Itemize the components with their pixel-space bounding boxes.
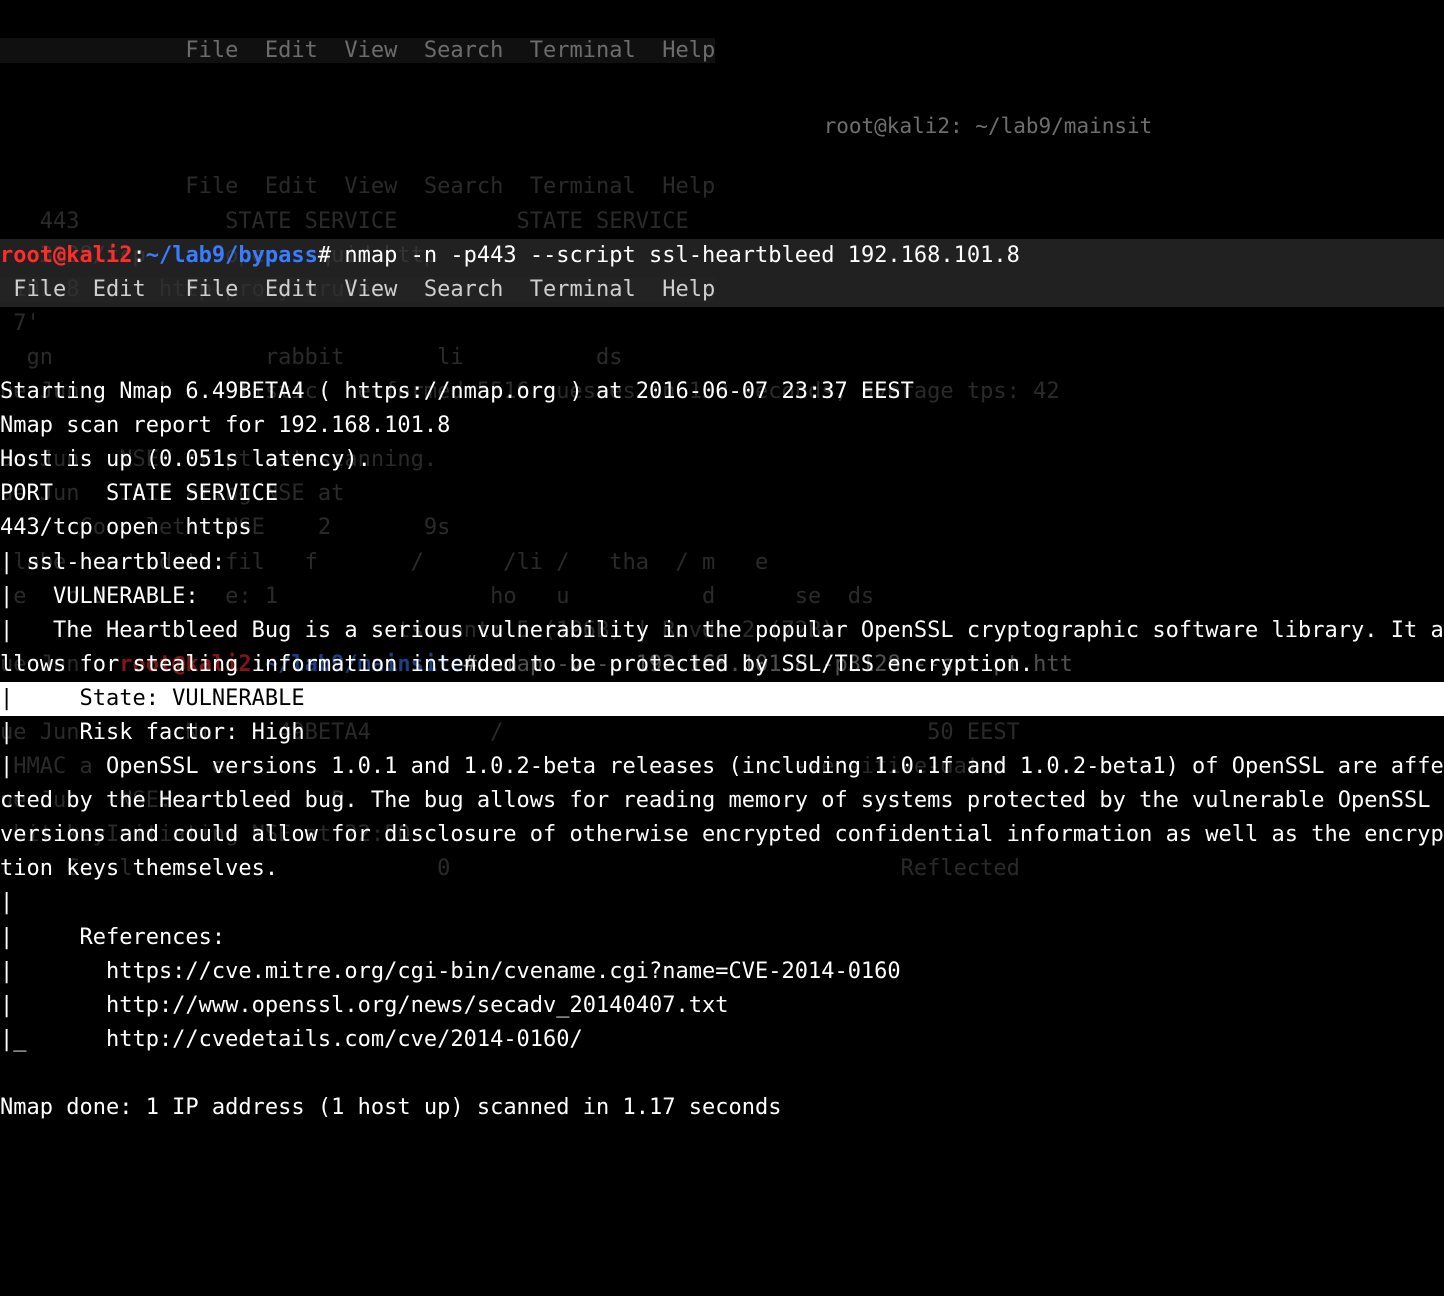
output-line: |_ http://cvedetails.com/cve/2014-0160/	[0, 1027, 583, 1052]
output-line: | References:	[0, 925, 225, 950]
foreground-terminal[interactable]: root@kali2:~/lab9/bypass# nmap -n -p443 …	[0, 205, 1444, 1126]
output-line: | http://www.openssl.org/news/secadv_201…	[0, 993, 728, 1018]
highlighted-state-line: | State: VULNERABLE	[0, 682, 1444, 716]
prompt-hash: #	[318, 243, 331, 268]
prompt-user-host: root@kali2	[0, 243, 132, 268]
output-line: | VULNERABLE:	[0, 584, 199, 609]
prompt-line[interactable]: root@kali2:~/lab9/bypass# nmap -n -p443 …	[0, 239, 1444, 307]
output-line: PORT STATE SERVICE	[0, 481, 278, 506]
output-line: | OpenSSL versions 1.0.1 and 1.0.2-beta …	[0, 750, 1444, 886]
output-line: 443/tcp open https	[0, 515, 252, 540]
bg-tab-title: root@kali2: ~/lab9/mainsit	[824, 110, 1153, 143]
output-line: | The Heartbleed Bug is a serious vulner…	[0, 614, 1444, 682]
prompt-path: ~/lab9/bypass	[146, 243, 318, 268]
output-line: Host is up (0.051s latency).	[0, 447, 371, 472]
blank-line	[0, 345, 13, 370]
output-line: | https://cve.mitre.org/cgi-bin/cvename.…	[0, 959, 901, 984]
output-line: |	[0, 890, 13, 915]
output-line: Nmap scan report for 192.168.101.8	[0, 413, 450, 438]
output-line: | ssl-heartbleed:	[0, 550, 225, 575]
output-line: Nmap done: 1 IP address (1 host up) scan…	[0, 1095, 781, 1120]
bg-menubar: File Edit View Search Terminal Help	[0, 38, 715, 63]
command-text: nmap -n -p443 --script ssl-heartbleed 19…	[331, 243, 1020, 268]
output-line: | Risk factor: High	[0, 720, 305, 745]
prompt-colon: :	[132, 243, 145, 268]
menu-bar[interactable]: File Edit File Edit View Search Terminal…	[0, 277, 715, 302]
output-line: Starting Nmap 6.49BETA4 ( https://nmap.o…	[0, 379, 914, 404]
